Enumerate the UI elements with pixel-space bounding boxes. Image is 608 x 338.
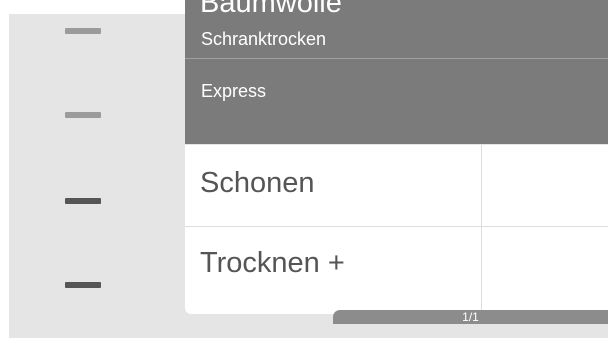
program-title: Trocknen +	[200, 247, 345, 279]
program-list: Baumwolle Schranktrocken Express Schonen…	[185, 0, 608, 324]
program-option: Schranktrocken	[201, 29, 327, 49]
program-title: Express	[201, 81, 267, 101]
column-divider	[481, 145, 482, 226]
side-marker-1[interactable]	[65, 28, 101, 34]
column-divider	[481, 227, 482, 314]
side-marker-2[interactable]	[65, 112, 101, 118]
side-marker-3[interactable]	[65, 198, 101, 204]
page-indicator: 1/1	[333, 310, 608, 324]
program-item-schonen[interactable]: Schonen	[185, 145, 608, 226]
program-item-trocknen-plus[interactable]: Trocknen +	[185, 227, 608, 314]
program-title: Schonen	[200, 167, 315, 199]
side-marker-4[interactable]	[65, 282, 101, 288]
program-title: Baumwolle	[200, 0, 342, 19]
program-item-express[interactable]: Express	[185, 59, 608, 144]
program-item-baumwolle[interactable]: Baumwolle Schranktrocken	[185, 0, 608, 58]
